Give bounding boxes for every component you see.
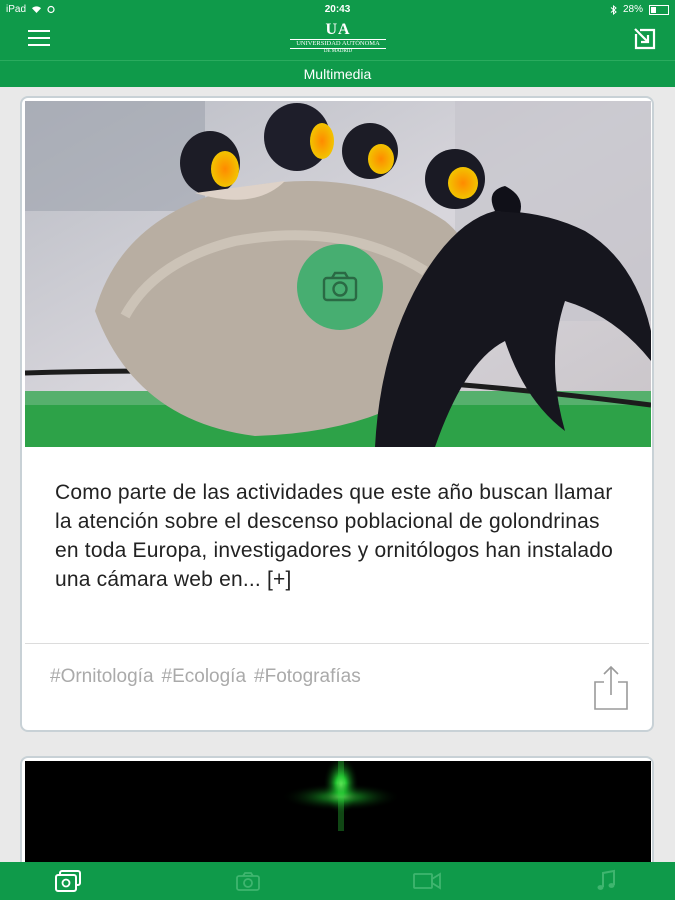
nav-photos-tab[interactable] bbox=[233, 868, 263, 894]
bluetooth-icon bbox=[610, 4, 617, 15]
tag-link[interactable]: #Fotografías bbox=[254, 666, 361, 688]
battery-percent: 28% bbox=[622, 4, 643, 15]
section-title: Multimedia bbox=[0, 60, 675, 87]
status-bar: iPad 20:43 28% bbox=[0, 0, 675, 20]
post-photo[interactable] bbox=[25, 101, 651, 447]
card-divider bbox=[25, 643, 649, 644]
battery-icon bbox=[649, 4, 669, 15]
nav-videos-tab[interactable] bbox=[412, 868, 442, 894]
share-button[interactable] bbox=[592, 665, 630, 711]
university-logo: UA UNIVERSIDAD AUTÓNOMA DE MADRID bbox=[288, 22, 388, 56]
share-icon bbox=[594, 665, 628, 710]
post-video-thumbnail[interactable] bbox=[25, 758, 651, 874]
post-tags: #Ornitología #Ecología #Fotografías bbox=[50, 666, 361, 688]
status-time: 20:43 bbox=[324, 4, 351, 15]
music-note-icon bbox=[597, 869, 615, 890]
logo-mark: UA bbox=[325, 21, 351, 38]
post-excerpt[interactable]: Como parte de las actividades que este a… bbox=[55, 478, 615, 594]
exit-button[interactable] bbox=[632, 26, 658, 52]
logo-name: UNIVERSIDAD AUTÓNOMA bbox=[290, 39, 386, 49]
camera-icon bbox=[236, 872, 260, 891]
tag-link[interactable]: #Ornitología bbox=[50, 666, 154, 688]
nav-audio-tab[interactable] bbox=[592, 868, 622, 894]
photo-type-badge bbox=[297, 244, 383, 330]
post-card[interactable]: Como parte de las actividades que este a… bbox=[20, 96, 654, 732]
bottom-navigation bbox=[0, 862, 675, 900]
nav-gallery-tab[interactable] bbox=[54, 868, 84, 894]
exit-arrow-icon bbox=[634, 28, 656, 50]
post-card[interactable] bbox=[20, 756, 654, 876]
menu-button[interactable] bbox=[28, 28, 52, 50]
hamburger-icon bbox=[28, 30, 50, 32]
gallery-icon bbox=[55, 870, 81, 892]
camera-icon bbox=[322, 271, 358, 302]
video-frame bbox=[25, 758, 651, 874]
video-camera-icon bbox=[413, 872, 441, 890]
tag-link[interactable]: #Ecología bbox=[162, 666, 247, 688]
logo-subtitle: DE MADRID bbox=[323, 49, 353, 54]
app-header: UA UNIVERSIDAD AUTÓNOMA DE MADRID bbox=[0, 20, 675, 60]
